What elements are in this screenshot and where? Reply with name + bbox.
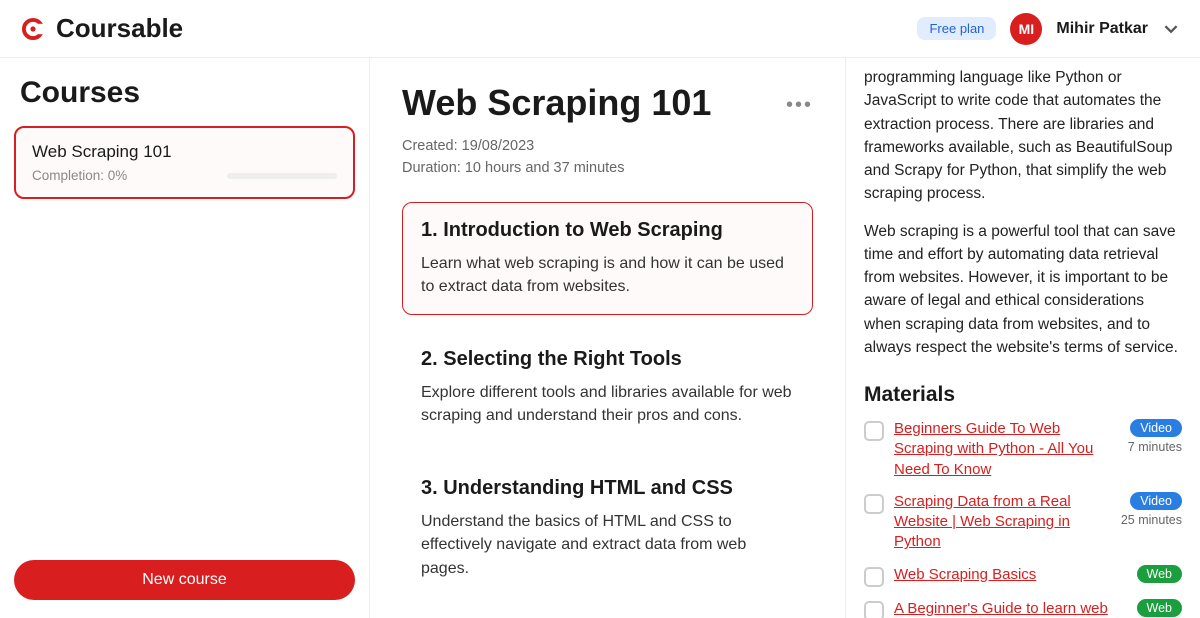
- material-tag: Video: [1130, 492, 1182, 510]
- material-row: Web Scraping Basics Web: [864, 565, 1182, 587]
- avatar[interactable]: MI: [1010, 13, 1042, 45]
- topic-1[interactable]: 1. Introduction to Web Scraping Learn wh…: [402, 202, 813, 315]
- material-duration: 7 minutes: [1128, 440, 1182, 454]
- duration: Duration: 10 hours and 37 minutes: [402, 158, 813, 180]
- sidebar-heading: Courses: [14, 76, 355, 110]
- topic-title: 2. Selecting the Right Tools: [421, 348, 794, 371]
- material-checkbox[interactable]: [864, 567, 884, 587]
- topic-2[interactable]: 2. Selecting the Right Tools Explore dif…: [402, 331, 813, 444]
- material-tag: Web: [1137, 565, 1182, 583]
- material-link[interactable]: Web Scraping Basics: [894, 565, 1127, 585]
- material-link[interactable]: Scraping Data from a Real Website | Web …: [894, 492, 1111, 553]
- app-header: Coursable Free plan MI Mihir Patkar: [0, 0, 1200, 58]
- progress-bar: [227, 173, 337, 179]
- material-checkbox[interactable]: [864, 421, 884, 441]
- page-title: Web Scraping 101: [402, 82, 711, 124]
- material-checkbox[interactable]: [864, 601, 884, 618]
- topic-title: 3. Understanding HTML and CSS: [421, 477, 794, 500]
- material-tag: Web: [1137, 599, 1182, 617]
- new-course-button[interactable]: New course: [14, 560, 355, 600]
- course-title: Web Scraping 101: [32, 142, 337, 162]
- material-link[interactable]: Beginners Guide To Web Scraping with Pyt…: [894, 419, 1118, 480]
- content-paragraph: Web scraping is a powerful tool that can…: [864, 220, 1182, 360]
- material-checkbox[interactable]: [864, 494, 884, 514]
- topic-desc: Understand the basics of HTML and CSS to…: [421, 510, 794, 580]
- topic-title: 1. Introduction to Web Scraping: [421, 219, 794, 242]
- topic-desc: Learn what web scraping is and how it ca…: [421, 252, 794, 298]
- content-paragraph: programming language like Python or Java…: [864, 66, 1182, 206]
- material-duration: 25 minutes: [1121, 513, 1182, 527]
- topic-4[interactable]: 4. Inspecting Web Page Structure Learn h…: [402, 613, 813, 618]
- chevron-down-icon[interactable]: [1162, 20, 1180, 38]
- materials-heading: Materials: [864, 383, 1182, 407]
- coursable-icon: [20, 16, 46, 42]
- right-panel: programming language like Python or Java…: [845, 58, 1200, 618]
- created-date: Created: 19/08/2023: [402, 136, 813, 158]
- topic-desc: Explore different tools and libraries av…: [421, 381, 794, 427]
- material-row: Scraping Data from a Real Website | Web …: [864, 492, 1182, 553]
- more-icon[interactable]: •••: [786, 82, 813, 117]
- username: Mihir Patkar: [1056, 20, 1148, 38]
- courses-sidebar: Courses Web Scraping 101 Completion: 0% …: [0, 58, 370, 618]
- brand-logo[interactable]: Coursable: [20, 13, 183, 44]
- course-completion: Completion: 0%: [32, 168, 127, 183]
- material-row: Beginners Guide To Web Scraping with Pyt…: [864, 419, 1182, 480]
- material-link[interactable]: A Beginner's Guide to learn web scraping…: [894, 599, 1127, 618]
- course-content: Web Scraping 101 ••• Created: 19/08/2023…: [370, 58, 845, 618]
- course-card[interactable]: Web Scraping 101 Completion: 0%: [14, 126, 355, 199]
- brand-name: Coursable: [56, 13, 183, 44]
- topic-3[interactable]: 3. Understanding HTML and CSS Understand…: [402, 460, 813, 597]
- material-tag: Video: [1130, 419, 1182, 437]
- plan-badge[interactable]: Free plan: [917, 17, 996, 40]
- material-row: A Beginner's Guide to learn web scraping…: [864, 599, 1182, 618]
